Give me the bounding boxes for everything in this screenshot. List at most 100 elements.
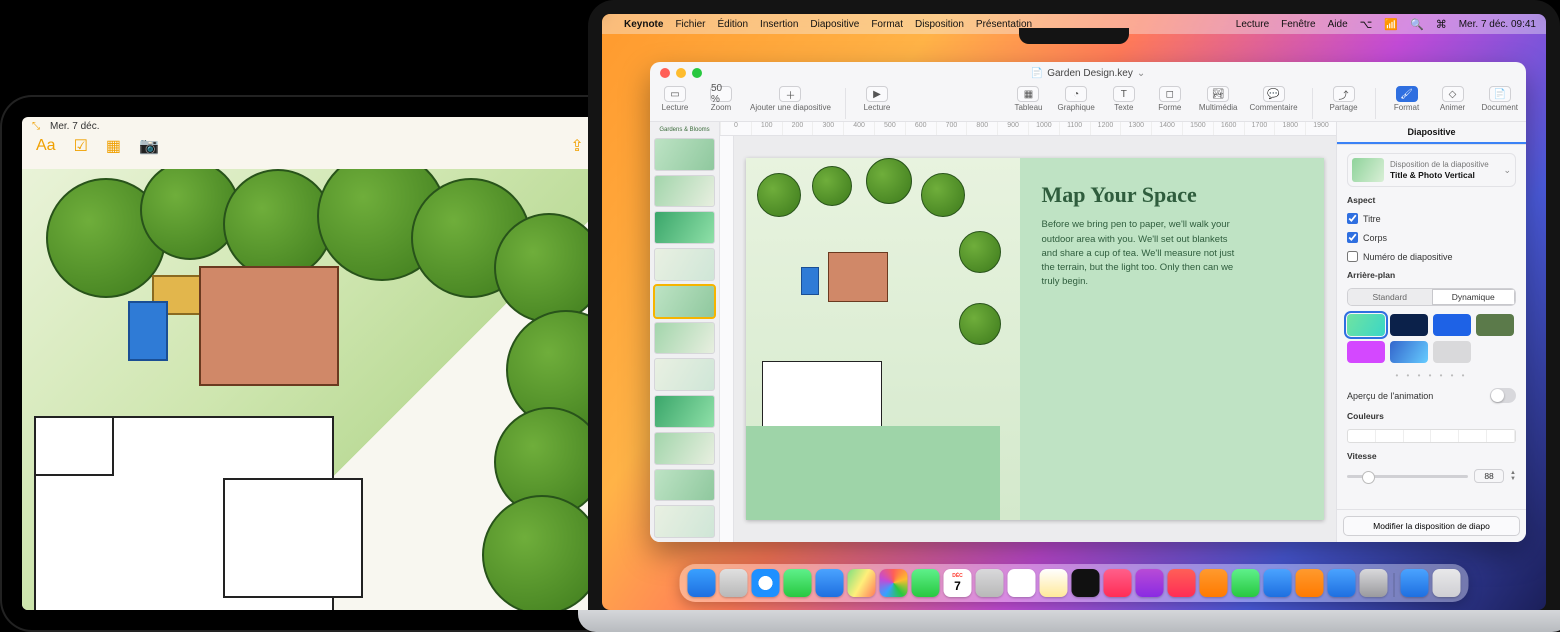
- text-style-button[interactable]: Aa: [36, 137, 56, 155]
- bg-swatch[interactable]: [1347, 341, 1385, 363]
- table-button[interactable]: ▦: [106, 136, 121, 156]
- dock-safari[interactable]: [752, 569, 780, 597]
- anim-preview-toggle[interactable]: [1490, 388, 1516, 403]
- bg-swatch[interactable]: [1347, 314, 1385, 336]
- dock-podcasts[interactable]: [1136, 569, 1164, 597]
- text-button[interactable]: TTexte: [1107, 86, 1141, 112]
- dock-pages[interactable]: [1296, 569, 1324, 597]
- chart-button[interactable]: ◔Graphique: [1057, 86, 1094, 112]
- current-slide[interactable]: Map Your Space Before we bring pen to pa…: [746, 158, 1324, 519]
- checkbox-title[interactable]: Titre: [1347, 213, 1516, 224]
- bg-swatch[interactable]: [1476, 314, 1514, 336]
- slide-thumb-selected[interactable]: [654, 285, 715, 318]
- dock-contacts[interactable]: [976, 569, 1004, 597]
- dock-messages[interactable]: [784, 569, 812, 597]
- comment-button[interactable]: 💬Commentaire: [1250, 86, 1298, 112]
- dock-tv[interactable]: [1072, 569, 1100, 597]
- slide-thumb[interactable]: [654, 175, 715, 208]
- slide-thumb[interactable]: [654, 358, 715, 391]
- menu-insertion[interactable]: Insertion: [760, 19, 798, 30]
- dock-launchpad[interactable]: [720, 569, 748, 597]
- bluetooth-icon[interactable]: ⌥: [1360, 18, 1373, 31]
- dock-keynote[interactable]: [1264, 569, 1292, 597]
- menu-edition[interactable]: Édition: [717, 19, 748, 30]
- shape-button[interactable]: ◻Forme: [1153, 86, 1187, 112]
- edit-layout-button[interactable]: Modifier la disposition de diapo: [1343, 516, 1520, 536]
- dock-music[interactable]: [1104, 569, 1132, 597]
- seg-standard[interactable]: Standard: [1348, 289, 1432, 305]
- color-strip[interactable]: [1347, 429, 1516, 443]
- slide-heading[interactable]: Map Your Space: [1042, 182, 1302, 208]
- dock-notes[interactable]: [1040, 569, 1068, 597]
- wifi-icon[interactable]: 📶: [1384, 18, 1398, 31]
- dock-settings[interactable]: [1360, 569, 1388, 597]
- camera-button[interactable]: 📷: [139, 136, 159, 156]
- menu-disposition[interactable]: Disposition: [915, 19, 964, 30]
- view-button[interactable]: ▭Lecture: [658, 86, 692, 112]
- add-slide-button[interactable]: ＋Ajouter une diapositive: [750, 86, 831, 112]
- dock-appstore[interactable]: [1328, 569, 1356, 597]
- bg-swatch[interactable]: [1433, 341, 1471, 363]
- play-button[interactable]: ▶Lecture: [860, 86, 894, 112]
- dock-maps[interactable]: [848, 569, 876, 597]
- inspector-tab-slide[interactable]: Diapositive: [1337, 122, 1526, 144]
- dock-finder[interactable]: [688, 569, 716, 597]
- menu-lecture[interactable]: Lecture: [1236, 19, 1269, 30]
- dock-facetime[interactable]: [912, 569, 940, 597]
- title-chevron-icon[interactable]: ⌄: [1137, 68, 1145, 79]
- zoom-dropdown[interactable]: 50 %Zoom: [704, 86, 738, 112]
- speed-slider[interactable]: [1347, 475, 1468, 478]
- bg-swatch[interactable]: [1433, 314, 1471, 336]
- menu-fenetre[interactable]: Fenêtre: [1281, 19, 1315, 30]
- animate-inspector-button[interactable]: ◇Animer: [1436, 86, 1470, 112]
- menu-format[interactable]: Format: [871, 19, 903, 30]
- dock-news[interactable]: [1168, 569, 1196, 597]
- layout-picker[interactable]: Disposition de la diapositive Title & Ph…: [1347, 153, 1516, 187]
- window-close-button[interactable]: [660, 68, 670, 78]
- media-button[interactable]: 🏞Multimédia: [1199, 86, 1238, 112]
- dock-reminders[interactable]: [1008, 569, 1036, 597]
- menubar-datetime[interactable]: Mer. 7 déc. 09:41: [1459, 19, 1536, 30]
- bg-swatch[interactable]: [1390, 314, 1428, 336]
- speed-value[interactable]: 88: [1474, 469, 1504, 483]
- checkbox-slide-number[interactable]: Numéro de diapositive: [1347, 251, 1516, 262]
- dock-trash[interactable]: [1433, 569, 1461, 597]
- bg-swatch[interactable]: [1390, 341, 1428, 363]
- checklist-button[interactable]: ☑: [74, 136, 88, 156]
- slide-body[interactable]: Before we bring pen to paper, we'll walk…: [1042, 218, 1242, 289]
- control-center-icon[interactable]: ⌘: [1436, 18, 1447, 31]
- dock-photos[interactable]: [880, 569, 908, 597]
- seg-dynamic[interactable]: Dynamique: [1432, 289, 1516, 305]
- slide-thumb[interactable]: [654, 469, 715, 502]
- slide-thumb[interactable]: [654, 138, 715, 171]
- dock-numbers[interactable]: [1232, 569, 1260, 597]
- dock-calendar[interactable]: DÉC7: [944, 569, 972, 597]
- table-button[interactable]: ▦Tableau: [1011, 86, 1045, 112]
- background-mode-segment[interactable]: Standard Dynamique: [1347, 288, 1516, 306]
- drawing-canvas[interactable]: [22, 169, 612, 610]
- share-button[interactable]: ⇪: [570, 136, 583, 156]
- slide-stage[interactable]: Map Your Space Before we bring pen to pa…: [734, 136, 1336, 542]
- window-minimize-button[interactable]: [676, 68, 686, 78]
- slide-navigator[interactable]: Gardens & Blooms: [650, 122, 720, 542]
- slide-thumb[interactable]: [654, 505, 715, 538]
- window-titlebar[interactable]: 📄 Garden Design.key ⌄: [650, 62, 1526, 84]
- slide-thumb[interactable]: [654, 395, 715, 428]
- menu-aide[interactable]: Aide: [1328, 19, 1348, 30]
- app-menu[interactable]: Keynote: [624, 19, 663, 30]
- dock-downloads[interactable]: [1401, 569, 1429, 597]
- slide-thumb[interactable]: [654, 248, 715, 281]
- dock-mail[interactable]: [816, 569, 844, 597]
- spotlight-icon[interactable]: 🔍: [1410, 18, 1424, 31]
- slide-thumb[interactable]: [654, 211, 715, 244]
- slide-thumb[interactable]: [654, 432, 715, 465]
- menu-diapositive[interactable]: Diapositive: [810, 19, 859, 30]
- document-inspector-button[interactable]: 📄Document: [1482, 86, 1518, 112]
- stepper-down[interactable]: ▼: [1510, 476, 1516, 482]
- share-button[interactable]: ⤴Partage: [1327, 86, 1361, 112]
- window-zoom-button[interactable]: [692, 68, 702, 78]
- format-inspector-button[interactable]: 🖌Format: [1390, 86, 1424, 112]
- slide-thumb[interactable]: [654, 322, 715, 355]
- checkbox-body[interactable]: Corps: [1347, 232, 1516, 243]
- dock-books[interactable]: [1200, 569, 1228, 597]
